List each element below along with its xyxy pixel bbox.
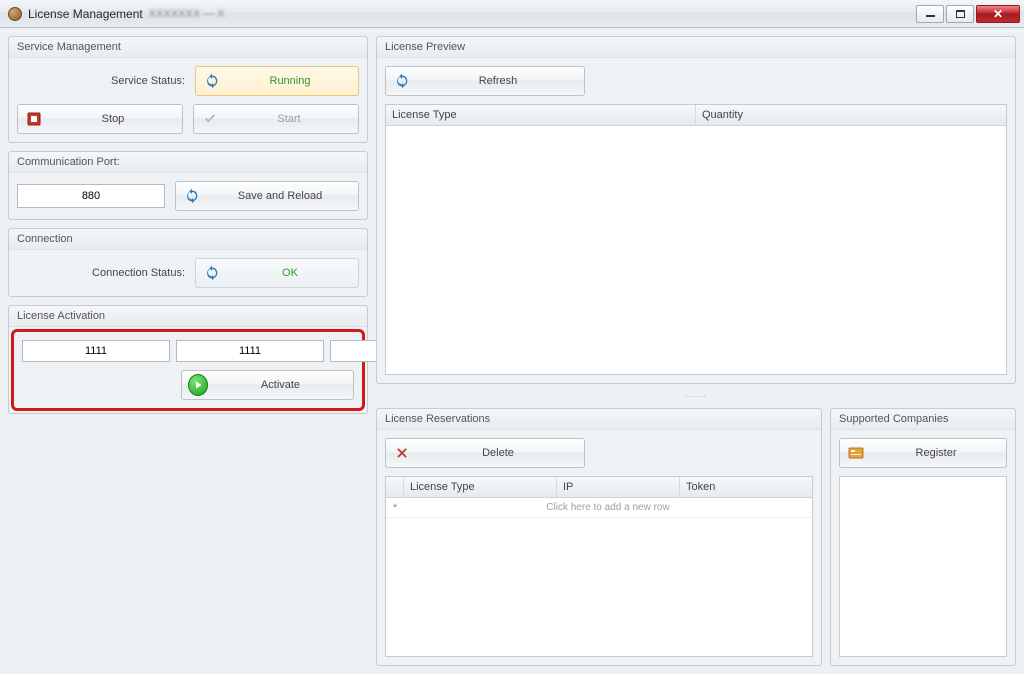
license-activation-title: License Activation (9, 306, 367, 327)
refresh-label: Refresh (418, 75, 578, 87)
start-button[interactable]: Start (193, 104, 359, 134)
window-title: License Management (28, 7, 143, 21)
column-license-type[interactable]: License Type (404, 477, 557, 497)
activate-label: Activate (214, 379, 347, 391)
license-preview-panel: License Preview Refresh License Type Qua… (376, 36, 1016, 384)
companies-list[interactable] (839, 476, 1007, 657)
license-preview-grid[interactable]: License Type Quantity (385, 104, 1007, 375)
start-label: Start (226, 113, 352, 125)
refresh-icon (202, 71, 222, 91)
arrow-right-circle-icon (188, 375, 208, 395)
connection-status-value: OK (228, 267, 352, 279)
column-quantity[interactable]: Quantity (696, 105, 1006, 125)
service-management-title: Service Management (9, 37, 367, 58)
horizontal-splitter[interactable]: ······ (376, 392, 1016, 400)
refresh-icon (392, 71, 412, 91)
delete-label: Delete (418, 447, 578, 459)
column-ip[interactable]: IP (557, 477, 680, 497)
x-icon (392, 443, 412, 463)
register-button[interactable]: Register (839, 438, 1007, 468)
service-status-display: Running (195, 66, 359, 96)
delete-button[interactable]: Delete (385, 438, 585, 468)
column-license-type[interactable]: License Type (386, 105, 696, 125)
column-token[interactable]: Token (680, 477, 812, 497)
license-key-part-1[interactable] (22, 340, 170, 362)
service-management-panel: Service Management Service Status: Runni… (8, 36, 368, 143)
save-reload-button[interactable]: Save and Reload (175, 181, 359, 211)
stop-button[interactable]: Stop (17, 104, 183, 134)
activate-button[interactable]: Activate (181, 370, 354, 400)
close-button[interactable]: ✕ (976, 5, 1020, 23)
refresh-icon (182, 186, 202, 206)
license-preview-title: License Preview (377, 37, 1015, 58)
license-reservations-title: License Reservations (377, 409, 821, 430)
supported-companies-panel: Supported Companies Register (830, 408, 1016, 666)
license-key-part-2[interactable] (176, 340, 324, 362)
connection-status-label: Connection Status: (17, 267, 185, 279)
maximize-button[interactable] (946, 5, 974, 23)
titlebar: License Management XXXXXXX — X ✕ (0, 0, 1024, 28)
license-activation-panel: License Activation (8, 305, 368, 414)
asterisk-icon: * (386, 502, 404, 514)
stop-icon (24, 109, 44, 129)
window-title-extra: XXXXXXX — X (149, 8, 225, 20)
supported-companies-title: Supported Companies (831, 409, 1015, 430)
card-icon (846, 443, 866, 463)
new-row[interactable]: * Click here to add a new row (386, 498, 812, 518)
connection-panel: Connection Connection Status: OK (8, 228, 368, 297)
license-reservations-grid[interactable]: License Type IP Token * Click here to ad… (385, 476, 813, 657)
refresh-icon (202, 263, 222, 283)
communication-port-title: Communication Port: (9, 152, 367, 173)
port-input[interactable] (17, 184, 165, 208)
minimize-button[interactable] (916, 5, 944, 23)
save-reload-label: Save and Reload (208, 190, 352, 202)
register-label: Register (872, 447, 1000, 459)
stop-label: Stop (50, 113, 176, 125)
service-status-label: Service Status: (17, 75, 185, 87)
app-icon (8, 7, 22, 21)
column-rowselector (386, 477, 404, 497)
connection-title: Connection (9, 229, 367, 250)
connection-status-display: OK (195, 258, 359, 288)
check-icon (200, 109, 220, 129)
license-reservations-panel: License Reservations Delete L (376, 408, 822, 666)
new-row-placeholder: Click here to add a new row (404, 502, 812, 513)
service-status-value: Running (228, 75, 352, 87)
communication-port-panel: Communication Port: Save and Reload (8, 151, 368, 220)
refresh-button[interactable]: Refresh (385, 66, 585, 96)
